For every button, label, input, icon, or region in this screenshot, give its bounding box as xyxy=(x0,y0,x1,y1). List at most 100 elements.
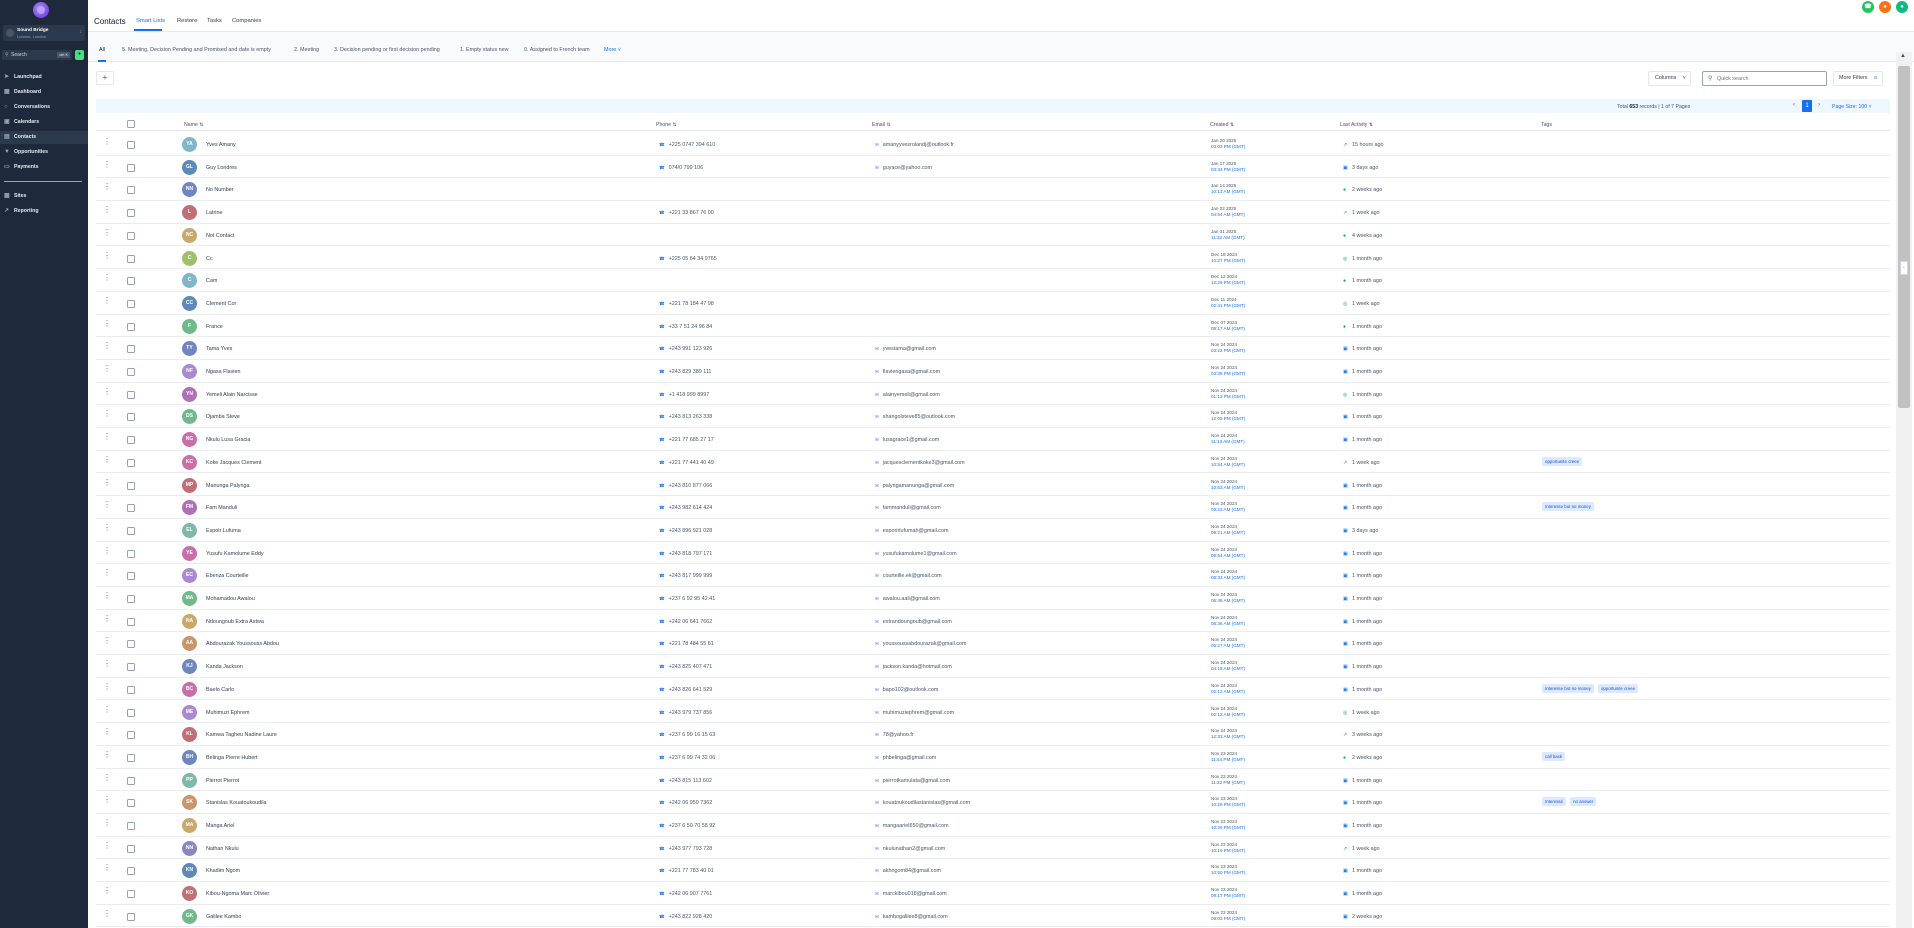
contact-phone[interactable]: +243 818 797 171 xyxy=(659,551,713,557)
contact-name[interactable]: Muhimuzi Ephrem xyxy=(206,710,249,716)
column-header-email[interactable]: Email ⇅ xyxy=(872,122,891,128)
contact-name[interactable]: Cam xyxy=(206,278,217,284)
contact-email[interactable]: jackson.kanda@hotmail.com xyxy=(875,664,952,670)
contact-name[interactable]: Belinga Pierre Hubert xyxy=(206,755,258,761)
row-menu-icon[interactable]: ⋮ xyxy=(103,592,111,600)
contact-phone[interactable]: +243 813 263 338 xyxy=(659,414,713,420)
row-menu-icon[interactable]: ⋮ xyxy=(103,410,111,418)
smart-list-tab-2[interactable]: 2. Meeting xyxy=(294,47,319,53)
contact-email[interactable]: mangaariel650@gmail.com xyxy=(875,823,949,829)
row-checkbox[interactable] xyxy=(127,526,135,535)
contact-email[interactable]: palyngamanunga@gmail.com xyxy=(875,483,954,489)
contact-phone[interactable]: +225 05 64 34 9765 xyxy=(659,256,717,262)
tag-badge[interactable]: no answer xyxy=(1570,797,1597,807)
contact-email[interactable]: alainyemeli@gmail.com xyxy=(875,392,940,398)
sidebar-item-reporting[interactable]: ↗ Reporting xyxy=(0,205,88,218)
contact-name[interactable]: Baelo Carlo xyxy=(206,687,234,693)
contact-phone[interactable]: +243 825 407 471 xyxy=(659,664,713,670)
tab-companies[interactable]: Companies xyxy=(232,18,261,24)
contact-name[interactable]: Galilee Kambo xyxy=(206,914,241,920)
contact-email[interactable]: guyace@yahoo.com xyxy=(875,165,932,171)
table-row[interactable]: ⋮ BC Baelo Carlo +243 826 641 529 bapo102@ou… xyxy=(96,678,1890,701)
table-row[interactable]: ⋮ NA Ndoungoub Extra Astwa +242 06 641 7662… xyxy=(96,610,1890,633)
row-checkbox[interactable] xyxy=(127,753,135,762)
contact-phone[interactable]: +242 06 959 7362 xyxy=(659,800,713,806)
contact-phone[interactable]: +225 0747 394 610 xyxy=(659,142,716,148)
prev-page-icon[interactable]: ‹ xyxy=(1793,102,1795,108)
row-checkbox[interactable] xyxy=(127,231,135,240)
row-checkbox[interactable] xyxy=(127,299,135,308)
row-menu-icon[interactable]: ⋮ xyxy=(103,319,111,328)
contact-email[interactable]: yvestama@gmail.com xyxy=(875,346,936,352)
row-menu-icon[interactable]: ⋮ xyxy=(103,773,111,782)
row-checkbox[interactable] xyxy=(127,345,135,354)
row-checkbox[interactable] xyxy=(127,799,135,808)
tag-badge[interactable]: Interesse but no money xyxy=(1542,683,1594,693)
table-row[interactable]: ⋮ NN No Number Jan 14 2025 10:13 AM (GMT) ● 2 … xyxy=(96,178,1890,202)
row-checkbox[interactable] xyxy=(127,436,135,445)
table-row[interactable]: ⋮ C Cam Dec 12 2024 12:26 PM (GMT) ● 1 month a… xyxy=(96,269,1890,292)
contact-name[interactable]: Kibou-Ngoma Marc Olivier xyxy=(206,891,269,897)
phone-icon[interactable]: ☎ xyxy=(1862,1,1874,13)
tab-restore[interactable]: Restore xyxy=(177,18,197,24)
select-all-checkbox[interactable] xyxy=(127,120,135,128)
contact-name[interactable]: Kamwa Tagheu Nadine Laure xyxy=(206,732,277,738)
table-row[interactable]: ⋮ KN Khadim Ngom +221 77 783 40 01 akhngom84… xyxy=(96,859,1890,883)
table-row[interactable]: ⋮ NF Ngasa Flavien +243 829 389 111 flavieng… xyxy=(96,360,1890,383)
contact-name[interactable]: Khadim Ngom xyxy=(206,868,240,874)
contact-email[interactable]: shangolsteve85@outlook.com xyxy=(875,414,955,420)
contact-email[interactable]: flaviengasa@gmail.com xyxy=(875,369,940,375)
tab-smart-lists[interactable]: Smart Lists xyxy=(136,18,165,24)
tag-badge[interactable]: opportunite creee xyxy=(1542,456,1583,466)
current-page[interactable]: 1 xyxy=(1802,100,1812,112)
table-row[interactable]: ⋮ KJ Kanda Jackson +243 825 407 471 jackson.… xyxy=(96,655,1890,678)
contact-phone[interactable]: +243 810 877 066 xyxy=(659,483,713,489)
contact-phone[interactable]: +243 817 999 999 xyxy=(659,573,713,579)
row-checkbox[interactable] xyxy=(127,890,135,899)
contact-email[interactable]: 78@yahoo.fr xyxy=(875,732,914,738)
row-menu-icon[interactable]: ⋮ xyxy=(103,183,111,191)
columns-button[interactable]: Columns ˅ xyxy=(1648,71,1691,86)
contact-name[interactable]: Pierrot Pierrot xyxy=(206,778,239,784)
contact-name[interactable]: Ebenza Courteille xyxy=(206,573,249,579)
contact-name[interactable]: Mohamadou Awalou xyxy=(206,596,255,602)
row-menu-icon[interactable]: ⋮ xyxy=(103,433,111,441)
contact-email[interactable]: jacquesclementkoke3@gmail.com xyxy=(875,460,965,466)
table-row[interactable]: ⋮ MA Manga Ariel +237 6 50 70 58 92 mangaari… xyxy=(96,814,1890,837)
contact-name[interactable]: Yemeli Alain Narcisse xyxy=(206,392,258,398)
contact-phone[interactable]: 074/0 799 106 xyxy=(659,165,703,171)
contact-phone[interactable]: +243 826 641 529 xyxy=(659,687,713,693)
user-avatar[interactable]: ● xyxy=(1896,1,1908,13)
contact-name[interactable]: Espoir Lufuma xyxy=(206,528,241,534)
contact-phone[interactable]: +237 6 99 74 32 06 xyxy=(659,755,716,761)
table-row[interactable]: ⋮ C Cc +225 05 64 34 9765 Dec 18 202410:27 P… xyxy=(96,247,1890,270)
contact-name[interactable]: Not Contact xyxy=(206,233,234,239)
row-menu-icon[interactable]: ⋮ xyxy=(103,523,111,532)
contact-email[interactable]: akhngom84@gmail.com xyxy=(875,868,941,874)
table-row[interactable]: ⋮ NN Nathan Nkulu +243 977 793 728 nkulunath… xyxy=(96,837,1890,860)
row-menu-icon[interactable]: ⋮ xyxy=(103,478,111,487)
contact-phone[interactable]: +221 77 783 40 01 xyxy=(659,868,714,874)
row-checkbox[interactable] xyxy=(127,912,135,921)
contact-phone[interactable]: +1 418 999 8997 xyxy=(659,392,710,398)
row-checkbox[interactable] xyxy=(127,731,135,740)
row-menu-icon[interactable]: ⋮ xyxy=(103,887,111,895)
contact-name[interactable]: Clement Cor xyxy=(206,301,236,307)
row-menu-icon[interactable]: ⋮ xyxy=(103,365,111,373)
row-checkbox[interactable] xyxy=(127,867,135,876)
contact-email[interactable]: kambogalilee8@gmail.com xyxy=(875,914,948,920)
table-row[interactable]: ⋮ YE Yusufu Kamolume Eddy +243 818 797 171 y… xyxy=(96,542,1890,565)
contact-phone[interactable]: +243 896 921 028 xyxy=(659,528,713,534)
row-menu-icon[interactable]: ⋮ xyxy=(103,705,111,714)
contact-email[interactable]: kouatoukoudilastanislas@gmail.com xyxy=(875,800,970,806)
contact-email[interactable]: yusufukamolume1@gmail.com xyxy=(875,551,957,557)
row-checkbox[interactable] xyxy=(127,254,135,263)
contact-phone[interactable]: +237 6 92 95 42 41 xyxy=(659,596,716,602)
table-row[interactable]: ⋮ KC Koke Jacques Clement +221 77 441 40 49… xyxy=(96,451,1890,474)
table-row[interactable]: ⋮ EC Ebenza Courteille +243 817 999 999 cour… xyxy=(96,564,1890,587)
contact-phone[interactable]: +242 06 641 7662 xyxy=(659,619,713,625)
row-menu-icon[interactable]: ⋮ xyxy=(103,206,111,214)
contact-phone[interactable]: +221 78 484 55 61 xyxy=(659,641,714,647)
contact-name[interactable]: Kanda Jackson xyxy=(206,664,243,670)
row-menu-icon[interactable]: ⋮ xyxy=(103,546,111,555)
